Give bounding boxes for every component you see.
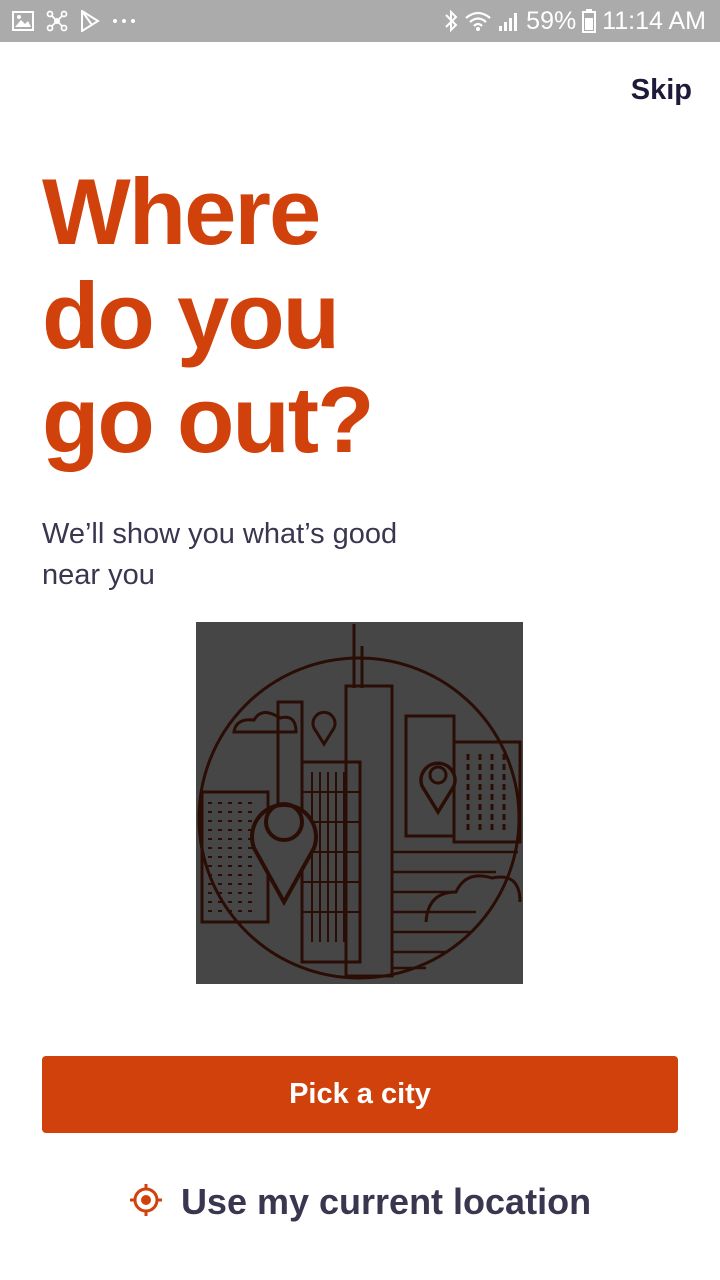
more-dots-icon [112, 17, 136, 25]
city-skyline-illustration [196, 622, 523, 984]
target-location-icon [129, 1183, 163, 1222]
gallery-icon [12, 11, 34, 31]
signal-icon [498, 10, 520, 32]
wifi-icon [464, 10, 492, 32]
page-subtitle: We’ll show you what’s good near you [42, 518, 398, 591]
status-left-icons [12, 0, 136, 42]
skip-button[interactable]: Skip [631, 74, 692, 107]
use-current-location-label: Use my current location [180, 1181, 592, 1222]
network-icon [46, 10, 68, 32]
battery-percent: 59% [526, 6, 577, 35]
status-time: 11:14 AM [602, 6, 706, 35]
use-current-location-button[interactable]: Use my current location [0, 1170, 720, 1234]
pick-city-button[interactable]: Pick a city [42, 1056, 678, 1133]
page-title: Where do you go out? [42, 159, 375, 472]
play-store-icon [80, 10, 100, 32]
status-right-icons: 59% 11:14 AM [444, 0, 706, 42]
status-bar: 59% 11:14 AM [0, 0, 720, 42]
bluetooth-icon [444, 9, 458, 33]
battery-icon [582, 9, 597, 33]
